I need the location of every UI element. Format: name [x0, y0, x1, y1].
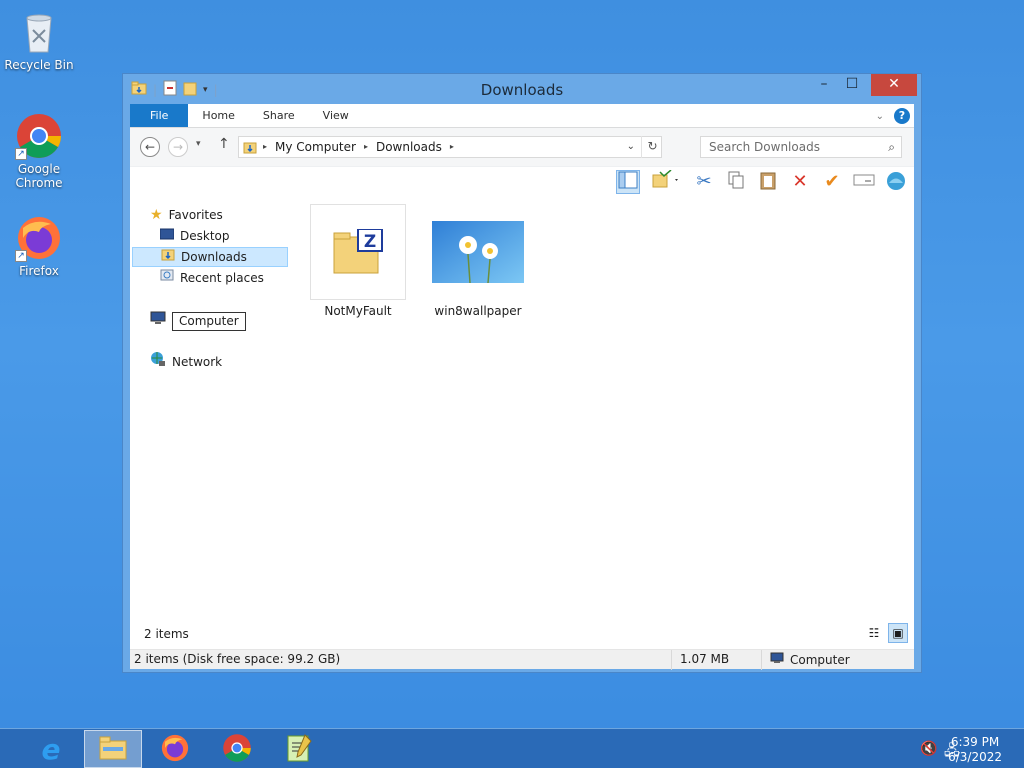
desktop-icon-chrome[interactable]: ↗ Google Chrome [1, 112, 77, 190]
clock[interactable]: 6:39 PM 6/3/2022 [948, 735, 1002, 765]
desktop-icon-label: Google Chrome [15, 162, 63, 190]
taskbar: e 🔇 🖧 6:39 PM 6/3/2022 [0, 728, 1024, 768]
copy-icon[interactable] [724, 170, 748, 194]
status-location: Computer [766, 650, 912, 670]
chevron-right-icon[interactable]: ▸ [450, 137, 454, 157]
firefox-icon [160, 733, 190, 766]
rename-icon[interactable] [852, 170, 876, 194]
nav-favorites-label: Favorites [168, 208, 223, 222]
nav-item-label: Recent places [180, 271, 264, 285]
file-explorer-icon [98, 735, 128, 764]
taskbar-internet-explorer[interactable]: e [22, 730, 80, 768]
desktop-icon-firefox[interactable]: ↗ Firefox [1, 214, 77, 278]
ribbon-right: ⌄ ? [876, 108, 910, 124]
close-button[interactable]: ✕ [871, 74, 917, 96]
volume-muted-icon[interactable]: 🔇 [920, 741, 937, 757]
nav-item-desktop[interactable]: Desktop [159, 226, 230, 246]
zip-folder-icon: Z [310, 204, 406, 300]
refresh-icon[interactable]: ↻ [641, 136, 663, 158]
window-title: Downloads [480, 81, 564, 99]
view-toggle: ☷ ▣ [864, 623, 908, 643]
nav-computer[interactable]: Computer [150, 311, 246, 331]
details-view-button[interactable]: ☷ [864, 623, 884, 643]
shell-icon[interactable] [884, 170, 908, 194]
select-folder-button[interactable] [648, 169, 684, 194]
internet-explorer-icon: e [41, 732, 61, 766]
toolbar-icons: ✂ ✕ ✔ [616, 169, 908, 194]
large-icons-view-button[interactable]: ▣ [888, 623, 908, 643]
file-name: NotMyFault [324, 304, 392, 318]
file-name: win8wallpaper [434, 304, 522, 318]
search-input[interactable]: Search Downloads ⌕ [700, 136, 902, 158]
navigation-pane: ★ Favorites Desktop Downloads Recent pla… [130, 104, 290, 504]
time: 6:39 PM [950, 735, 1000, 749]
taskbar-file-explorer[interactable] [84, 730, 142, 768]
network-icon [150, 351, 166, 373]
shortcut-arrow-icon: ↗ [15, 250, 27, 262]
date: 6/3/2022 [948, 750, 1002, 764]
notepad-plus-icon [285, 733, 313, 766]
search-placeholder: Search Downloads [709, 140, 820, 154]
taskbar-chrome[interactable] [208, 730, 266, 768]
computer-rename-field[interactable]: Computer [172, 311, 246, 331]
status-bar: 2 items (Disk free space: 99.2 GB) 1.07 … [130, 649, 914, 670]
nav-favorites[interactable]: ★ Favorites [150, 205, 223, 225]
delete-icon[interactable]: ✕ [788, 170, 812, 194]
nav-network-label: Network [172, 355, 223, 369]
tab-view[interactable]: View [309, 104, 363, 127]
explorer-body: File Home Share View ⌄ ? ← → ▾ ↑ ▸ My Co… [130, 104, 914, 670]
recent-places-icon [160, 268, 174, 288]
help-icon[interactable]: ? [894, 108, 910, 124]
taskbar-notepad-plus[interactable] [270, 730, 328, 768]
star-icon: ★ [150, 207, 163, 223]
chevron-right-icon[interactable]: ▸ [364, 137, 368, 157]
computer-icon [150, 311, 166, 331]
status-summary: 2 items (Disk free space: 99.2 GB) [130, 650, 672, 670]
taskbar-firefox[interactable] [146, 730, 204, 768]
desktop-icon-recycle-bin[interactable]: Recycle Bin [1, 8, 77, 72]
firefox-icon: ↗ [15, 214, 63, 262]
recycle-bin-icon [15, 8, 63, 56]
breadcrumb-downloads[interactable]: Downloads [376, 137, 442, 157]
paste-icon[interactable] [756, 170, 780, 194]
item-count: 2 items [144, 627, 189, 641]
chrome-icon: ↗ [15, 112, 63, 160]
desktop-icon-label: Firefox [19, 264, 59, 278]
system-tray: 🔇 🖧 6:39 PM 6/3/2022 [824, 729, 1024, 768]
desktop-icon [159, 226, 175, 246]
nav-network[interactable]: Network [150, 352, 222, 372]
shortcut-arrow-icon: ↗ [15, 148, 27, 160]
desktop-icon-label: Recycle Bin [4, 58, 74, 72]
downloads-folder-icon [161, 247, 175, 267]
cut-icon[interactable]: ✂ [692, 170, 716, 194]
svg-text:Z: Z [364, 232, 376, 252]
image-thumbnail [430, 204, 526, 300]
expand-ribbon-icon[interactable]: ⌄ [876, 111, 884, 122]
breadcrumb: ▸ My Computer ▸ Downloads ▸ [263, 137, 454, 157]
check-icon[interactable]: ✔ [820, 170, 844, 194]
preview-pane-button[interactable] [616, 170, 640, 194]
status-location-label: Computer [790, 653, 850, 667]
file-item[interactable]: Z NotMyFault [308, 204, 408, 318]
minimize-button[interactable]: – [811, 74, 837, 96]
nav-item-label: Desktop [180, 229, 230, 243]
computer-icon [770, 651, 784, 669]
status-size: 1.07 MB [676, 650, 762, 670]
file-item[interactable]: win8wallpaper [428, 204, 528, 318]
nav-item-label: Downloads [181, 250, 247, 264]
explorer-window[interactable]: | ▾ | Downloads – ☐ ✕ File Home Share Vi… [122, 73, 922, 673]
title-bar[interactable]: | ▾ | Downloads – ☐ ✕ [123, 74, 921, 104]
address-dropdown-icon[interactable]: ⌄ [627, 137, 635, 157]
address-bar[interactable]: ▸ My Computer ▸ Downloads ▸ ⌄ ↻ [238, 136, 662, 158]
nav-item-recent-places[interactable]: Recent places [160, 268, 264, 288]
nav-item-downloads[interactable]: Downloads [132, 247, 288, 267]
search-icon[interactable]: ⌕ [888, 137, 895, 157]
maximize-button[interactable]: ☐ [839, 74, 865, 96]
chrome-icon [222, 733, 252, 766]
